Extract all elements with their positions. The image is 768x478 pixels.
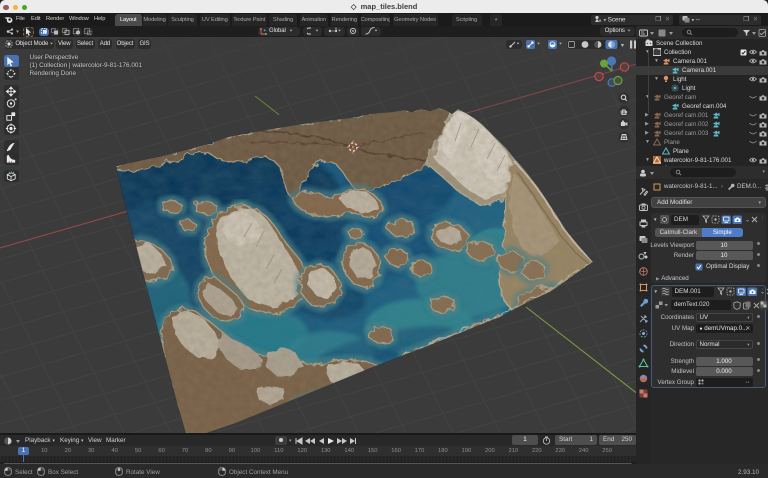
svg-text:▾: ▾ (621, 43, 624, 49)
svg-text:⌄: ⌄ (745, 218, 750, 224)
